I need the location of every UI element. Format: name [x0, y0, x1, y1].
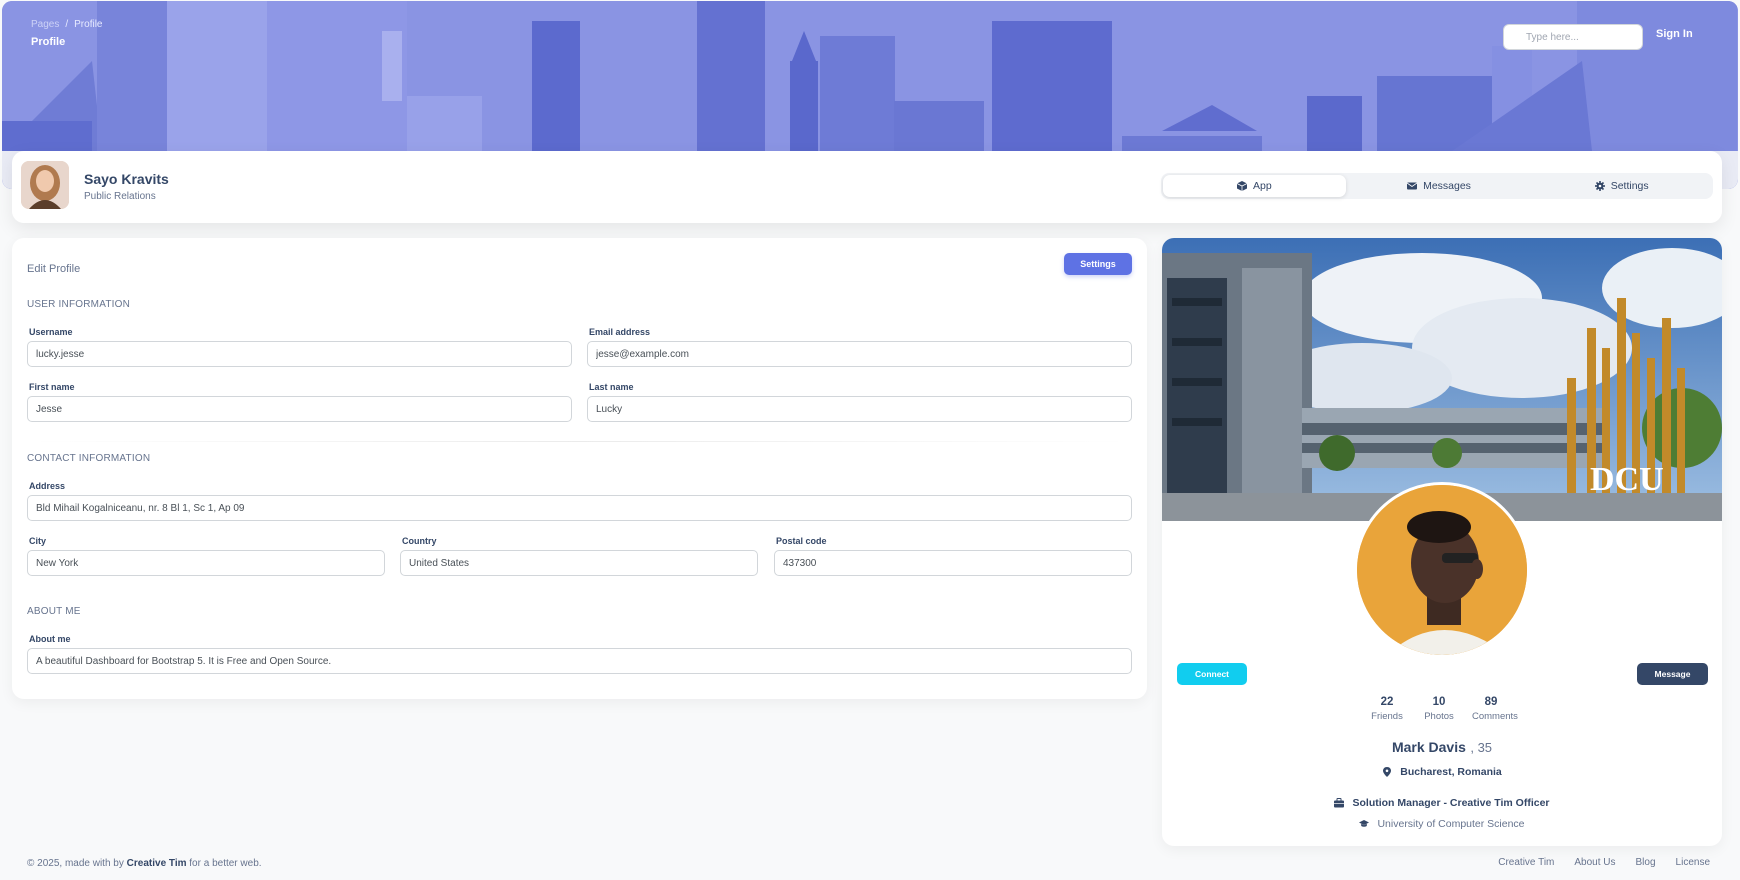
cover-image: DCU	[1162, 238, 1722, 521]
stat-comments-label: Comments	[1472, 711, 1518, 722]
job-text: Solution Manager - Creative Tim Officer	[1352, 797, 1550, 809]
briefcase-icon	[1334, 798, 1345, 808]
tab-app-label: App	[1252, 180, 1272, 192]
last-name-input[interactable]	[587, 396, 1132, 422]
avatar	[21, 161, 69, 209]
profile-name: Sayo Kravits	[84, 171, 169, 187]
email-label: Email address	[589, 327, 651, 337]
footer-link-license[interactable]: License	[1676, 857, 1710, 868]
profile-nav-tabs: App Messages Settings	[1161, 173, 1713, 199]
username-input[interactable]	[27, 341, 572, 367]
settings-button[interactable]: Settings	[1064, 253, 1132, 275]
footer-prefix: © 2025, made with by	[27, 858, 127, 869]
footer-link-about-us[interactable]: About Us	[1574, 857, 1615, 868]
section-user-information: User Information	[27, 299, 131, 310]
job-line: Solution Manager - Creative Tim Officer	[1162, 795, 1722, 813]
stat-photos: 10 Photos	[1420, 696, 1458, 722]
profile-stats: 22 Friends 10 Photos 89 Comments	[1368, 696, 1518, 722]
postal-code-label: Postal code	[776, 536, 827, 546]
tab-settings[interactable]: Settings	[1530, 173, 1713, 199]
search-input[interactable]	[1503, 24, 1643, 50]
country-label: Country	[402, 536, 437, 546]
graduation-cap-icon	[1359, 820, 1370, 827]
footer-copyright: © 2025, made with by Creative Tim for a …	[27, 858, 262, 869]
envelope-icon	[1407, 182, 1418, 190]
person-name-line: Mark Davis , 35	[1162, 739, 1722, 757]
footer-link-blog[interactable]: Blog	[1636, 857, 1656, 868]
first-name-input[interactable]	[27, 396, 572, 422]
sign-in-link[interactable]: Sign In	[1656, 28, 1693, 40]
address-label: Address	[29, 481, 66, 491]
username-label: Username	[29, 327, 73, 337]
connect-button[interactable]: Connect	[1177, 663, 1247, 685]
tab-messages-label: Messages	[1423, 180, 1471, 192]
stat-comments-value: 89	[1484, 696, 1498, 708]
user-profile-card: DCU Connect Message 22 Friends 10 Photos…	[1162, 238, 1722, 846]
city-label: City	[29, 536, 47, 546]
footer-links: Creative Tim About Us Blog License	[1498, 857, 1710, 868]
cube-icon	[1236, 181, 1247, 191]
tab-settings-label: Settings	[1610, 180, 1649, 192]
first-name-label: First name	[29, 382, 75, 392]
location-text: Bucharest, Romania	[1400, 766, 1502, 778]
profile-avatar-image	[1357, 485, 1527, 655]
breadcrumb: Pages / Profile	[31, 19, 103, 30]
section-divider	[27, 441, 1132, 442]
city-input[interactable]	[27, 550, 385, 576]
edit-profile-card: Edit Profile Settings User Information U…	[12, 238, 1147, 699]
education-line: University of Computer Science	[1162, 816, 1722, 834]
stat-photos-value: 10	[1432, 696, 1446, 708]
profile-header-card: Sayo Kravits Public Relations App Messag…	[12, 151, 1722, 223]
about-me-input[interactable]	[27, 648, 1132, 674]
page-title: Profile	[31, 36, 66, 48]
breadcrumb-profile: Profile	[74, 19, 103, 30]
person-name: Mark Davis	[1391, 739, 1466, 755]
stat-friends-label: Friends	[1371, 711, 1403, 722]
postal-code-input[interactable]	[774, 550, 1132, 576]
tab-messages[interactable]: Messages	[1348, 173, 1531, 199]
stat-comments: 89 Comments	[1472, 696, 1518, 722]
person-age: , 35	[1470, 740, 1493, 755]
edit-profile-title: Edit Profile	[27, 263, 81, 275]
stat-photos-label: Photos	[1424, 711, 1454, 722]
country-input[interactable]	[400, 550, 758, 576]
map-pin-icon	[1383, 767, 1392, 777]
avatar-image	[21, 161, 69, 209]
profile-role: Public Relations	[84, 191, 156, 202]
address-input[interactable]	[27, 495, 1132, 521]
footer-suffix: for a better web.	[186, 858, 262, 869]
about-me-label: About me	[29, 634, 71, 644]
footer-link-creative-tim[interactable]: Creative Tim	[1498, 857, 1554, 868]
education-text: University of Computer Science	[1377, 818, 1525, 830]
email-input[interactable]	[587, 341, 1132, 367]
location-line: Bucharest, Romania	[1162, 764, 1722, 782]
profile-avatar	[1354, 482, 1530, 658]
gear-icon	[1594, 181, 1605, 191]
breadcrumb-pages[interactable]: Pages	[31, 19, 59, 30]
last-name-label: Last name	[589, 382, 634, 392]
stat-friends: 22 Friends	[1368, 696, 1406, 722]
tab-app[interactable]: App	[1163, 175, 1346, 197]
section-contact-information: Contact Information	[27, 453, 151, 464]
section-about-me: About me	[27, 606, 81, 617]
breadcrumb-separator: /	[65, 19, 69, 30]
message-button[interactable]: Message	[1637, 663, 1708, 685]
stat-friends-value: 22	[1380, 696, 1394, 708]
cover-sign-text: DCU	[1590, 461, 1664, 498]
footer-brand-link[interactable]: Creative Tim	[127, 858, 187, 869]
